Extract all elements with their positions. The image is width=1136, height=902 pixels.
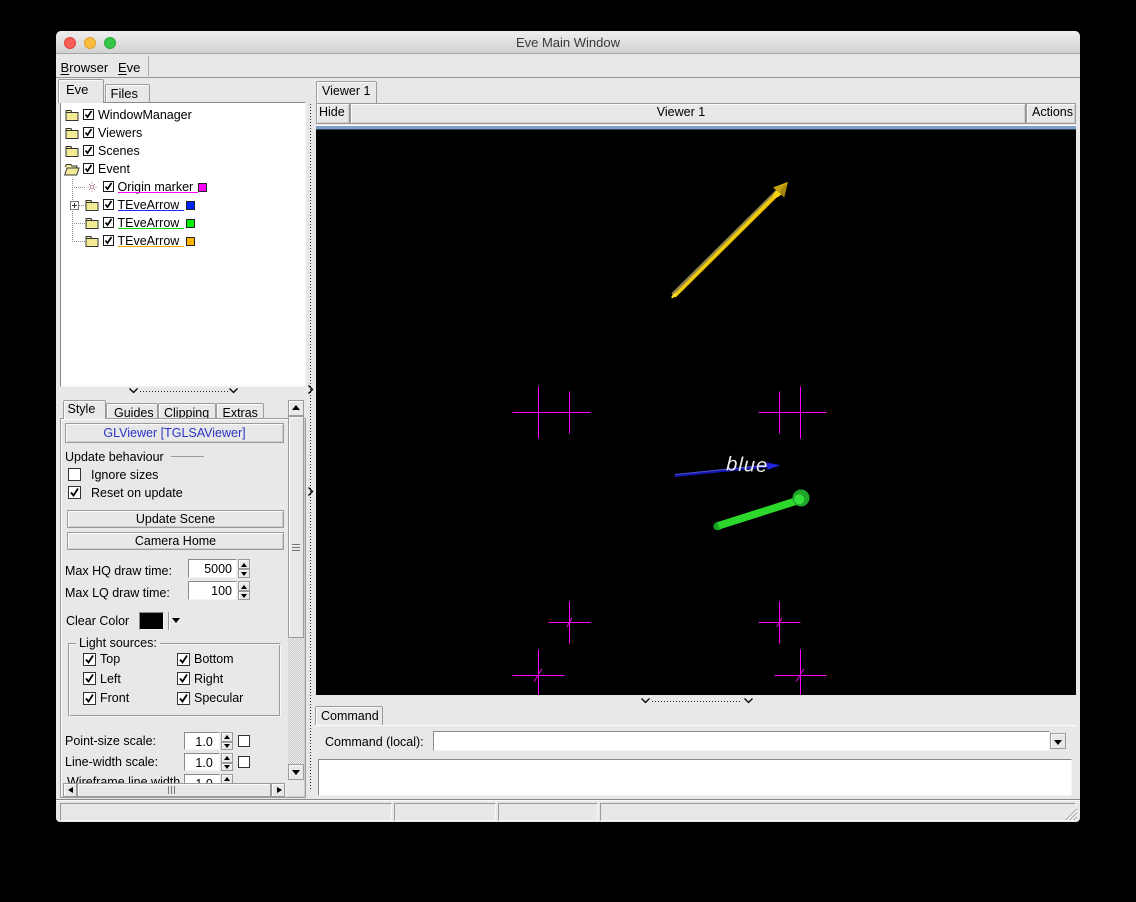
- svg-text:blue: blue: [726, 453, 768, 477]
